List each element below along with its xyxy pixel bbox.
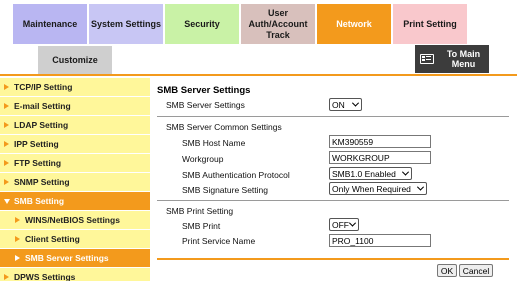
menu-list-icon xyxy=(420,54,434,64)
host-name-value: KM390559 xyxy=(332,136,374,147)
signature-label: SMB Signature Setting xyxy=(182,185,268,195)
tab-maintenance[interactable]: Maintenance xyxy=(13,4,87,44)
chevron-down-icon xyxy=(348,219,357,227)
auth-protocol-value: SMB1.0 Enabled xyxy=(332,168,396,179)
sidebar-item-label: SMB Server Settings xyxy=(25,253,109,263)
workgroup-value: WORKGROUP xyxy=(332,152,390,163)
sidebar-item-email[interactable]: E-mail Setting xyxy=(0,97,150,116)
print-service-value: PRO_1100 xyxy=(332,235,374,246)
sidebar-item-label: DPWS Settings xyxy=(14,272,76,281)
host-name-label: SMB Host Name xyxy=(182,138,246,148)
content-bottom-divider xyxy=(157,258,509,260)
common-settings-header: SMB Server Common Settings xyxy=(166,122,282,132)
sidebar-item-label: Client Setting xyxy=(25,234,80,244)
print-service-label: Print Service Name xyxy=(182,236,256,246)
tab-security[interactable]: Security xyxy=(165,4,239,44)
cancel-button[interactable]: Cancel xyxy=(459,264,493,277)
signature-value: Only When Required xyxy=(332,183,411,194)
workgroup-label: Workgroup xyxy=(182,154,224,164)
smb-print-label: SMB Print xyxy=(182,221,221,231)
chevron-down-icon xyxy=(401,168,410,176)
tab-network[interactable]: Network xyxy=(317,4,391,44)
divider xyxy=(157,116,509,117)
smb-print-select[interactable]: OFF xyxy=(329,218,359,231)
sidebar-item-label: FTP Setting xyxy=(14,158,62,168)
signature-select[interactable]: Only When Required xyxy=(329,182,427,195)
tab-customize[interactable]: Customize xyxy=(38,46,112,74)
arrow-right-icon xyxy=(4,141,9,147)
arrow-right-icon xyxy=(4,179,9,185)
sidebar-item-label: TCP/IP Setting xyxy=(14,82,73,92)
tab-user-auth-account-track[interactable]: User Auth/Account Track xyxy=(241,4,315,44)
ok-button[interactable]: OK xyxy=(437,264,457,277)
server-settings-value: ON xyxy=(332,99,345,110)
sidebar-item-snmp[interactable]: SNMP Setting xyxy=(0,173,150,192)
to-main-menu-label: To Main Menu xyxy=(446,49,481,69)
sidebar-subitem-client[interactable]: Client Setting xyxy=(0,230,150,249)
tab-system-settings[interactable]: System Settings xyxy=(89,4,163,44)
print-settings-header: SMB Print Setting xyxy=(166,206,234,216)
header-divider xyxy=(0,74,517,76)
arrow-right-icon xyxy=(4,160,9,166)
workgroup-input[interactable]: WORKGROUP xyxy=(329,151,431,164)
sidebar-item-smb[interactable]: SMB Setting xyxy=(0,192,150,211)
server-settings-label: SMB Server Settings xyxy=(166,100,245,110)
sidebar-item-tcpip[interactable]: TCP/IP Setting xyxy=(0,78,150,97)
arrow-down-icon xyxy=(4,198,10,204)
page-title: SMB Server Settings xyxy=(157,85,251,96)
arrow-right-icon xyxy=(15,217,20,223)
arrow-right-icon xyxy=(4,122,9,128)
divider xyxy=(157,200,509,201)
arrow-right-icon xyxy=(15,255,20,261)
sidebar-subitem-smb-server[interactable]: SMB Server Settings xyxy=(0,249,150,268)
chevron-down-icon xyxy=(416,183,425,191)
host-name-input[interactable]: KM390559 xyxy=(329,135,431,148)
sidebar-item-dpws[interactable]: DPWS Settings xyxy=(0,268,150,281)
arrow-right-icon xyxy=(4,103,9,109)
sidebar-subitem-wins-netbios[interactable]: WINS/NetBIOS Settings xyxy=(0,211,150,230)
auth-protocol-select[interactable]: SMB1.0 Enabled xyxy=(329,167,412,180)
sidebar-item-label: E-mail Setting xyxy=(14,101,71,111)
arrow-right-icon xyxy=(4,84,9,90)
sidebar-item-ipp[interactable]: IPP Setting xyxy=(0,135,150,154)
sidebar-item-label: WINS/NetBIOS Settings xyxy=(25,215,120,225)
auth-protocol-label: SMB Authentication Protocol xyxy=(182,170,290,180)
arrow-right-icon xyxy=(4,274,9,280)
chevron-down-icon xyxy=(351,99,360,107)
sidebar-item-ftp[interactable]: FTP Setting xyxy=(0,154,150,173)
arrow-right-icon xyxy=(15,236,20,242)
server-settings-select[interactable]: ON xyxy=(329,98,362,111)
sidebar-item-label: LDAP Setting xyxy=(14,120,69,130)
tab-print-setting[interactable]: Print Setting xyxy=(393,4,467,44)
sidebar-item-label: SMB Setting xyxy=(14,196,65,206)
sidebar: TCP/IP Setting E-mail Setting LDAP Setti… xyxy=(0,78,150,281)
to-main-menu-button[interactable]: To Main Menu xyxy=(415,45,489,73)
sidebar-item-label: IPP Setting xyxy=(14,139,59,149)
sidebar-item-label: SNMP Setting xyxy=(14,177,70,187)
smb-print-value: OFF xyxy=(332,219,349,230)
print-service-input[interactable]: PRO_1100 xyxy=(329,234,431,247)
sidebar-item-ldap[interactable]: LDAP Setting xyxy=(0,116,150,135)
